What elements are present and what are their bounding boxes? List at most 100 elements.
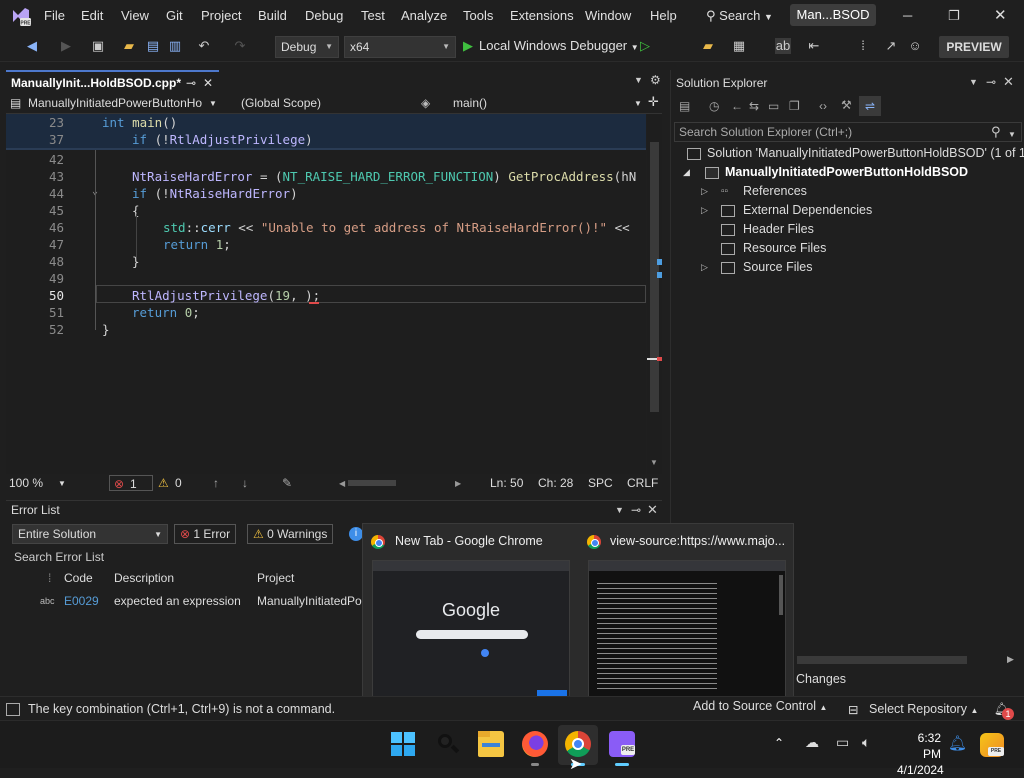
chrome-view-source-thumbnail[interactable] [588, 560, 786, 698]
chevron-down-icon[interactable]: ▼ [634, 99, 642, 108]
config-dropdown[interactable]: Debug ▼ [275, 36, 339, 58]
back-arrow-icon[interactable]: ← [731, 99, 743, 113]
zoom-level[interactable]: 100 % [9, 476, 43, 490]
tree-item-resource-files[interactable]: Resource Files [671, 239, 1024, 258]
copilot-preview-icon[interactable]: PRE [980, 733, 1004, 757]
share-icon[interactable]: ↗ [883, 38, 899, 54]
column-code[interactable]: Code [64, 571, 93, 585]
editor-vertical-scrollbar[interactable]: ▼ [647, 114, 662, 474]
platform-dropdown[interactable]: x64 ▼ [344, 36, 456, 58]
properties-wrench-icon[interactable]: ⚒ [841, 98, 852, 112]
menu-git[interactable]: Git [166, 8, 183, 23]
collapsed-icon[interactable]: ▷ [701, 182, 708, 201]
chevron-down-icon[interactable]: ▼ [58, 479, 66, 488]
volume-icon[interactable]: 🔈︎ [862, 734, 870, 751]
tree-item-external-dependencies[interactable]: ▷ External Dependencies [671, 201, 1024, 220]
notification-bell-icon[interactable]: 🔔︎ [948, 734, 967, 752]
settings-gear-icon[interactable]: ⚙ [650, 73, 661, 87]
open-folder-icon[interactable]: ▰ [121, 38, 137, 54]
menu-test[interactable]: Test [361, 8, 385, 23]
error-count-indicator[interactable]: ⊗ 1 [109, 475, 153, 491]
previous-issue-icon[interactable]: ↑ [213, 476, 219, 490]
git-changes-tab[interactable]: Changes [796, 672, 846, 686]
collapsed-icon[interactable]: ▷ [701, 201, 708, 220]
visual-studio-logo-icon[interactable]: PRE [10, 5, 32, 27]
collapse-all-icon[interactable]: ▭ [768, 99, 779, 113]
new-project-icon[interactable]: ▣ [90, 38, 106, 54]
menu-analyze[interactable]: Analyze [401, 8, 447, 23]
line-ending-indicator[interactable]: CRLF [627, 476, 658, 490]
cleanup-icon[interactable]: ✎ [282, 476, 292, 490]
close-tab-icon[interactable]: ✕ [203, 72, 213, 94]
tree-item-solution[interactable]: Solution 'ManuallyInitiatedPowerButtonHo… [671, 144, 1024, 163]
code-editor[interactable]: 23 int main() 37 if (!RtlAdjustPrivilege… [6, 114, 646, 474]
chevron-down-icon[interactable]: ▼ [1008, 126, 1016, 144]
close-icon[interactable]: ✕ [994, 6, 1007, 24]
collapsed-icon[interactable]: ▷ [701, 258, 708, 277]
horizontal-scroll-thumb[interactable] [797, 656, 967, 664]
horizontal-scroll-thumb[interactable] [348, 480, 396, 486]
pin-icon[interactable]: ⊸ [186, 72, 196, 94]
whitespace-indicator[interactable]: SPC [588, 476, 613, 490]
refresh-icon[interactable]: ⇆ [749, 99, 759, 113]
column-indicator[interactable]: Ch: 28 [538, 476, 573, 490]
menu-edit[interactable]: Edit [81, 8, 103, 23]
thumbnail-title[interactable]: view-source:https://www.majo... [610, 534, 785, 548]
tree-item-project[interactable]: ◢ ManuallyInitiatedPowerButtonHoldBSOD [671, 163, 1024, 182]
redo-icon[interactable]: ↷ [232, 38, 248, 54]
search-icon[interactable]: ⚲ [991, 123, 1001, 141]
scroll-down-icon[interactable]: ▼ [650, 458, 658, 467]
system-clock[interactable]: 6:32 PM 4/1/2024 [897, 730, 944, 778]
menu-extensions[interactable]: Extensions [510, 8, 574, 23]
chevron-down-icon[interactable]: ▼ [209, 99, 217, 108]
start-button-windows-icon[interactable] [390, 731, 416, 757]
spellcheck-icon[interactable]: ab [775, 38, 791, 54]
scroll-left-icon[interactable]: ◀ [339, 479, 345, 488]
error-scope-dropdown[interactable]: Entire Solution ▼ [12, 524, 168, 544]
pin-icon[interactable]: ⊸ [986, 75, 996, 89]
close-icon[interactable]: ✕ [647, 502, 658, 518]
panel-menu-icon[interactable]: ▼ [615, 505, 624, 515]
column-description[interactable]: Description [114, 571, 174, 585]
tree-item-source-files[interactable]: ▷ Source Files [671, 258, 1024, 277]
filter-icon[interactable]: ⁞ [48, 571, 51, 585]
menu-window[interactable]: Window [585, 8, 631, 23]
thumbnail-title[interactable]: New Tab - Google Chrome [395, 534, 543, 548]
preview-badge[interactable]: PREVIEW [939, 36, 1009, 58]
select-repository-button[interactable]: Select Repository ▲ [869, 702, 978, 716]
scroll-right-icon[interactable]: ▶ [455, 479, 461, 488]
scroll-right-icon[interactable]: ▶ [1007, 654, 1014, 665]
warnings-filter-button[interactable]: ⚠ 0 Warnings [247, 524, 334, 544]
panel-menu-icon[interactable]: ▼ [969, 77, 978, 87]
file-explorer-icon[interactable] [478, 731, 504, 757]
network-icon[interactable]: ▭ [836, 734, 849, 751]
tab-list-dropdown-icon[interactable]: ▼ [634, 75, 643, 85]
back-icon[interactable]: ◀ [24, 38, 40, 54]
expanded-icon[interactable]: ◢ [683, 163, 690, 182]
start-without-debugging-icon[interactable]: ▷ [637, 38, 653, 54]
chrome-window-thumbnail[interactable]: Google [372, 560, 570, 698]
close-icon[interactable]: ✕ [1003, 74, 1014, 90]
menu-help[interactable]: Help [650, 8, 677, 23]
menu-build[interactable]: Build [258, 8, 287, 23]
search-taskbar-icon[interactable] [435, 731, 461, 757]
menu-view[interactable]: View [121, 8, 149, 23]
project-title[interactable]: Man...BSOD [790, 4, 876, 26]
info-icon[interactable]: i [349, 527, 363, 541]
show-hidden-icons-chevron-icon[interactable]: ⌃ [774, 736, 784, 750]
menu-project[interactable]: Project [201, 8, 241, 23]
errors-filter-button[interactable]: ⊗ 1 Error [174, 524, 237, 544]
restore-icon[interactable]: ❐ [948, 8, 960, 24]
nav-file-dropdown[interactable]: ManuallyInitiatedPowerButtonHo [28, 96, 204, 110]
pending-changes-icon[interactable]: ◷ [709, 99, 719, 113]
start-debugging-button[interactable]: ▶ Local Windows Debugger ▼ [463, 38, 639, 54]
tab-source-file[interactable]: ManuallyInit...HoldBSOD.cpp* ⊸ ✕ [6, 70, 219, 94]
line-indicator[interactable]: Ln: 50 [490, 476, 523, 490]
menu-tools[interactable]: Tools [463, 8, 493, 23]
switch-views-icon[interactable]: ▤ [679, 99, 690, 113]
solution-search-input[interactable]: Search Solution Explorer (Ctrl+;) ⚲ ▼ [674, 122, 1022, 142]
firefox-icon[interactable] [522, 731, 548, 757]
forward-icon[interactable]: ▶ [58, 38, 74, 54]
sticky-scroll-line[interactable] [6, 131, 646, 148]
output-icon[interactable] [6, 703, 20, 716]
